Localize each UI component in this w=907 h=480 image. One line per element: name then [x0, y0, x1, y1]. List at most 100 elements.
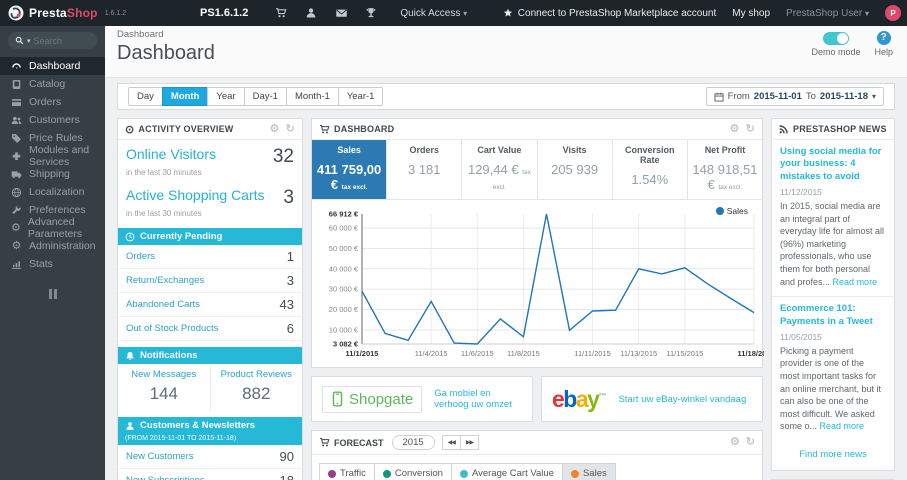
forecast-next-button[interactable]: ▶▶ — [459, 435, 480, 450]
caret-down-icon: ▾ — [864, 8, 869, 18]
new-subscriptions-link[interactable]: New Subscriptions — [126, 475, 205, 480]
out-of-stock-link[interactable]: Out of Stock Products — [126, 323, 218, 334]
notifications-table: New Messages 144 Product Reviews 882 — [118, 364, 302, 411]
shop-name[interactable]: PS1.6.1.2 — [200, 7, 248, 19]
cart-icon[interactable] — [266, 7, 296, 19]
panel-refresh-icon[interactable]: ↻ — [746, 437, 755, 448]
demo-mode-toggle[interactable] — [822, 32, 849, 45]
search-input[interactable] — [33, 35, 86, 46]
range-day-button[interactable]: Day — [128, 87, 163, 106]
prestashop-news-panel: PRESTASHOP NEWS Using social media for y… — [771, 118, 895, 472]
trophy-icon[interactable] — [356, 7, 386, 19]
bar-chart-icon — [12, 260, 21, 269]
sidebar-item-localization[interactable]: Localization — [0, 183, 105, 201]
kpi-sales[interactable]: Sales 411 759,00 € tax excl. — [312, 140, 388, 199]
orders-link[interactable]: Orders — [126, 251, 155, 262]
forecast-legend-traffic[interactable]: Traffic — [319, 463, 375, 480]
active-carts-link[interactable]: Active Shopping Carts — [126, 187, 265, 203]
svg-text:20 000 €: 20 000 € — [329, 305, 359, 314]
sidebar-item-administration[interactable]: ⚙ Administration — [0, 237, 105, 255]
forecast-prev-button[interactable]: ◀◀ — [441, 435, 461, 450]
sidebar-item-orders[interactable]: Orders — [0, 93, 105, 111]
sidebar-item-catalog[interactable]: Catalog — [0, 75, 105, 93]
panel-settings-icon[interactable]: ⚙ — [730, 437, 740, 448]
news-item: Using social media for your business: 4 … — [772, 140, 894, 296]
breadcrumb[interactable]: Dashboard — [117, 29, 895, 40]
sidebar-item-modules[interactable]: Modules and Services — [0, 144, 105, 168]
shopgate-ad-card[interactable]: Shopgate Ga mobiel en verhoog uw omzet — [311, 376, 533, 422]
help-icon[interactable]: ? — [876, 31, 891, 45]
range-year-1-button[interactable]: Year-1 — [337, 87, 384, 106]
kpi-net-profit[interactable]: Net Profit 148 918,51 € tax excl. — [688, 140, 762, 199]
sales-chart-area: Sales 66 912 € 60 000 € 50 000 € 40 000 € 30… — [312, 200, 771, 367]
panel-refresh-icon[interactable]: ↻ — [746, 123, 755, 135]
new-customers-link[interactable]: New Customers — [126, 451, 194, 462]
sidebar-collapse-handle[interactable] — [0, 289, 105, 299]
kpi-visits[interactable]: Visits 205 939 — [538, 140, 613, 199]
shopgate-ad-link[interactable]: Ga mobiel en verhoog uw omzet — [434, 388, 522, 410]
sales-dot — [570, 469, 579, 478]
panel-settings-icon[interactable]: ⚙ — [730, 123, 740, 135]
chart-legend[interactable]: Sales — [715, 206, 748, 216]
customers-newsletters-header: Customers & Newsletters (FROM 2015-11-01… — [118, 417, 302, 445]
shopgate-logo: Shopgate — [322, 385, 423, 413]
svg-text:11/6/2015: 11/6/2015 — [461, 349, 494, 358]
my-shop-link[interactable]: My shop — [732, 8, 770, 19]
forecast-legend-sales[interactable]: Sales — [561, 463, 616, 480]
sidebar-item-customers[interactable]: Customers — [0, 111, 105, 129]
sidebar-item-stats[interactable]: Stats — [0, 255, 105, 273]
range-day-1-button[interactable]: Day-1 — [243, 87, 287, 106]
forecast-legend-conversion[interactable]: Conversion — [373, 463, 452, 480]
new-messages-link[interactable]: New Messages — [120, 369, 208, 380]
ebay-ad-card[interactable]: ebay™ Start uw eBay-winkel vandaag — [541, 376, 763, 422]
svg-text:11/18/201: 11/18/201 — [738, 349, 764, 358]
news-panel-title: PRESTASHOP NEWS — [793, 124, 887, 134]
speedometer-icon — [12, 62, 21, 69]
date-range-toolbar: Day Month Year Day-1 Month-1 Year-1 From… — [117, 83, 895, 110]
kpi-conversion-rate[interactable]: Conversion Rate 1.54% — [613, 140, 688, 199]
sidebar: ▾ Dashboard Catalog Orders Customers Pri… — [0, 26, 105, 480]
traffic-dot — [328, 469, 336, 478]
product-reviews-link[interactable]: Product Reviews — [213, 369, 301, 380]
kpi-cart-value[interactable]: Cart Value 129,44 € tax excl. — [462, 140, 538, 199]
dashboard-panel: DASHBOARD ⚙ ↻ Sales 411 759,00 € tax exc… — [311, 118, 771, 368]
demo-mode-control: Demo mode — [811, 30, 860, 57]
quick-access-menu[interactable]: Quick Access ▾ — [400, 8, 467, 19]
range-year-button[interactable]: Year — [207, 87, 245, 106]
puzzle-icon — [12, 151, 21, 160]
abandoned-carts-link[interactable]: Abandoned Carts — [126, 299, 200, 310]
forecast-legend-average-cart-value[interactable]: Average Cart Value — [450, 463, 563, 480]
marketplace-connect-link[interactable]: Connect to PrestaShop Marketplace accoun… — [503, 8, 716, 19]
kpi-orders[interactable]: Orders 3 181 — [387, 140, 463, 199]
svg-text:10 000 €: 10 000 € — [329, 325, 359, 334]
prestashop-logo[interactable]: PrestaShop 1.6.1.2 — [0, 5, 200, 21]
returns-count: 3 — [286, 273, 294, 288]
sidebar-item-dashboard[interactable]: Dashboard — [0, 57, 105, 75]
read-more-link[interactable]: Read more — [820, 421, 865, 431]
shopgate-phone-icon — [332, 391, 343, 407]
range-month-1-button[interactable]: Month-1 — [285, 87, 339, 106]
news-item-title[interactable]: Ecommerce 101: Payments in a Tweet — [780, 303, 886, 328]
ebay-ad-link[interactable]: Start uw eBay-winkel vandaag — [618, 394, 746, 405]
sales-line-chart: 66 912 € 60 000 € 50 000 € 40 000 € 30 000 €… — [316, 204, 771, 365]
user-avatar[interactable]: P — [885, 5, 901, 21]
find-more-news-link[interactable]: Find more news — [772, 441, 894, 470]
news-item-title[interactable]: Using social media for your business: 4 … — [780, 146, 886, 183]
read-more-link[interactable]: Read more — [833, 277, 878, 287]
rss-icon — [779, 125, 788, 134]
messages-icon[interactable] — [326, 7, 356, 19]
svg-text:11/11/2015: 11/11/2015 — [574, 349, 610, 358]
panel-refresh-icon[interactable]: ↻ — [286, 123, 295, 135]
sidebar-item-advanced-parameters[interactable]: ⚙ Advanced Parameters — [0, 216, 105, 240]
range-month-button[interactable]: Month — [161, 87, 209, 106]
user-menu[interactable]: PrestaShop User ▾ — [786, 8, 869, 19]
date-range-picker[interactable]: From 2015-11-01 To 2015-11-18 ▾ — [705, 87, 884, 106]
activity-panel-title: ACTIVITY OVERVIEW — [138, 124, 234, 134]
returns-link[interactable]: Return/Exchanges — [126, 275, 204, 286]
panel-settings-icon[interactable]: ⚙ — [270, 123, 280, 135]
customer-icon[interactable] — [296, 7, 326, 19]
svg-text:50 000 €: 50 000 € — [329, 244, 359, 253]
sidebar-search[interactable]: ▾ — [8, 32, 97, 49]
online-visitors-link[interactable]: Online Visitors — [126, 146, 216, 162]
help-label: Help — [874, 47, 893, 57]
